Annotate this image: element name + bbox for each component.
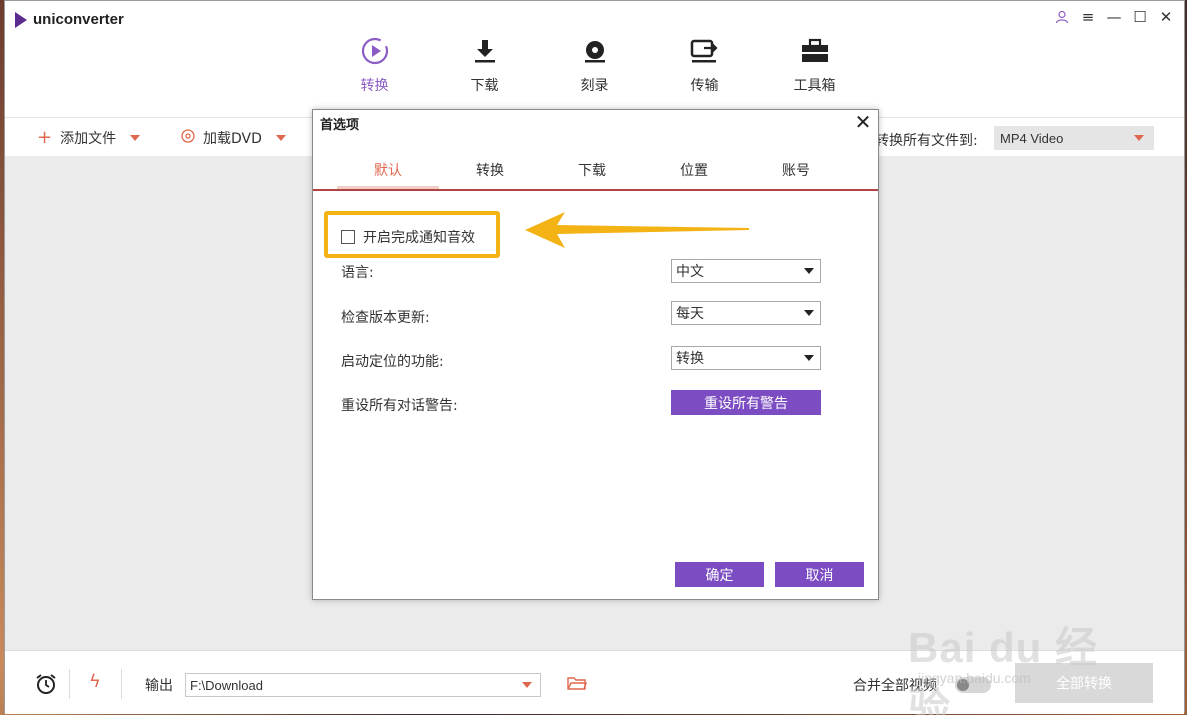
nav-toolbox-label: 工具箱 xyxy=(793,78,836,94)
nav-convert-label: 转换 xyxy=(360,78,389,94)
pointer-arrow-icon xyxy=(525,212,749,248)
output-path-value: F:\Download xyxy=(190,677,263,693)
lightning-icon[interactable]: ϟ xyxy=(89,671,101,692)
preferences-dialog: 首选项 ✕ 默认 转换 下载 位置 账号 开启完成通知音效 语言: 中文 检查版… xyxy=(312,109,879,600)
check-update-select[interactable]: 每天 xyxy=(671,301,821,325)
minimize-icon[interactable]: — xyxy=(1104,7,1124,27)
nav-transfer[interactable]: 传输 xyxy=(650,35,760,117)
maximize-icon[interactable]: ☐ xyxy=(1130,7,1150,27)
chevron-down-icon xyxy=(1134,135,1144,141)
chevron-down-icon xyxy=(522,682,532,688)
divider xyxy=(69,669,70,699)
output-format-value: MP4 Video xyxy=(1000,130,1064,146)
reset-warnings-label: 重设所有对话警告: xyxy=(341,398,458,414)
ok-button[interactable]: 确定 xyxy=(675,562,764,587)
chevron-down-icon xyxy=(804,310,814,316)
plus-icon: + xyxy=(37,127,53,148)
merge-toggle[interactable] xyxy=(955,677,991,693)
dialog-title: 首选项 xyxy=(320,118,360,133)
close-icon[interactable]: ✕ xyxy=(852,112,874,134)
language-select[interactable]: 中文 xyxy=(671,259,821,283)
add-file-button[interactable]: + 添加文件 xyxy=(37,127,141,148)
startup-function-value: 转换 xyxy=(676,351,704,367)
app-name: uniconverter xyxy=(33,11,124,28)
tab-account[interactable]: 账号 xyxy=(745,154,847,189)
chevron-down-icon[interactable] xyxy=(130,135,141,141)
notify-sound-checkbox[interactable] xyxy=(341,230,355,244)
add-file-label: 添加文件 xyxy=(60,131,117,147)
nav-convert[interactable]: 转换 xyxy=(320,35,430,117)
preferences-tabs: 默认 转换 下载 位置 账号 xyxy=(313,154,878,191)
chevron-down-icon xyxy=(804,268,814,274)
nav-burn-label: 刻录 xyxy=(580,78,609,94)
nav-burn[interactable]: 刻录 xyxy=(540,35,650,117)
menu-icon[interactable]: ≡ xyxy=(1078,7,1098,27)
play-circle-icon xyxy=(359,35,391,67)
app-logo: uniconverter xyxy=(15,11,124,28)
chevron-down-icon[interactable] xyxy=(275,135,286,141)
cancel-button[interactable]: 取消 xyxy=(775,562,864,587)
alarm-clock-icon[interactable] xyxy=(35,673,57,699)
load-dvd-button[interactable]: 加载DVD xyxy=(181,128,286,148)
startup-function-label: 启动定位的功能: xyxy=(341,354,444,370)
chevron-down-icon xyxy=(804,355,814,361)
disc-icon xyxy=(579,35,611,67)
notify-sound-label: 开启完成通知音效 xyxy=(363,230,475,246)
nav-download-label: 下载 xyxy=(470,78,499,94)
merge-all-videos-label: 合并全部视频 xyxy=(853,678,937,694)
convert-all-button[interactable]: 全部转换 xyxy=(1015,663,1153,703)
bottom-bar: ϟ 输出 F:\Download 合并全部视频 全部转换 xyxy=(5,650,1184,714)
main-nav: 转换 下载 刻录 传输 工具箱 xyxy=(5,35,1184,117)
convert-all-to-label: 转换所有文件到: xyxy=(875,133,978,149)
language-value: 中文 xyxy=(676,264,704,280)
nav-download[interactable]: 下载 xyxy=(430,35,540,117)
logo-play-icon xyxy=(15,11,27,28)
startup-function-select[interactable]: 转换 xyxy=(671,346,821,370)
check-update-label: 检查版本更新: xyxy=(341,310,430,326)
check-update-value: 每天 xyxy=(676,306,704,322)
reset-warnings-button[interactable]: 重设所有警告 xyxy=(671,390,821,415)
output-format-select[interactable]: MP4 Video xyxy=(994,126,1154,150)
download-icon xyxy=(469,35,501,67)
tab-default[interactable]: 默认 xyxy=(337,154,439,189)
transfer-icon xyxy=(689,35,721,67)
language-label: 语言: xyxy=(341,265,374,281)
toolbox-icon xyxy=(799,35,831,67)
user-icon[interactable] xyxy=(1052,7,1072,27)
window-controls: ≡ — ☐ ✕ xyxy=(1052,7,1176,27)
dvd-icon xyxy=(181,129,195,147)
nav-toolbox[interactable]: 工具箱 xyxy=(760,35,870,117)
tab-convert[interactable]: 转换 xyxy=(439,154,541,189)
output-path-select[interactable]: F:\Download xyxy=(185,673,541,697)
notify-sound-option[interactable]: 开启完成通知音效 xyxy=(341,227,475,247)
folder-icon[interactable] xyxy=(567,675,587,695)
tab-download[interactable]: 下载 xyxy=(541,154,643,189)
close-window-icon[interactable]: ✕ xyxy=(1156,7,1176,27)
nav-transfer-label: 传输 xyxy=(690,78,719,94)
load-dvd-label: 加载DVD xyxy=(203,131,262,147)
tab-location[interactable]: 位置 xyxy=(643,154,745,189)
output-label: 输出 xyxy=(145,678,173,694)
divider xyxy=(121,669,122,699)
